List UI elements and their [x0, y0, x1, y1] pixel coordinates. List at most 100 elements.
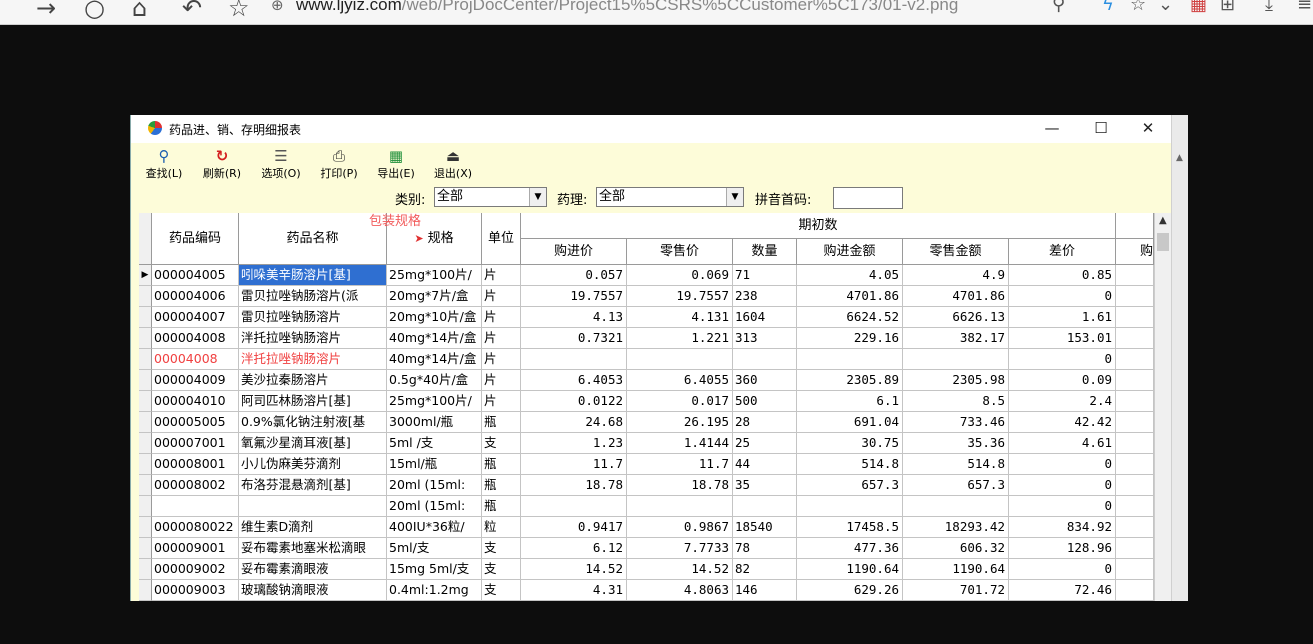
cell-spec[interactable]: 15mg 5ml/支	[387, 559, 482, 580]
cell-quantity[interactable]: 146	[733, 580, 797, 601]
cell-retail-price[interactable]: 0.069	[627, 265, 733, 286]
pharmacology-select[interactable]: 全部 ▼	[596, 187, 744, 207]
cell-next[interactable]	[1116, 538, 1154, 559]
cell-unit[interactable]: 片	[482, 349, 521, 370]
cell-unit[interactable]: 瓶	[482, 496, 521, 517]
cell-quantity[interactable]: 28	[733, 412, 797, 433]
lightning-icon[interactable]: ϟ	[1102, 0, 1114, 15]
col-header-purchase-amount[interactable]: 购进金额	[797, 239, 903, 265]
cell-spec[interactable]: 25mg*100片/	[387, 391, 482, 412]
cell-retail-price[interactable]: 0.017	[627, 391, 733, 412]
cell-name[interactable]: 泮托拉唑钠肠溶片	[239, 349, 387, 370]
cell-spec[interactable]: 5ml/支	[387, 538, 482, 559]
cell-retail-amount[interactable]: 514.8	[903, 454, 1009, 475]
cell-retail-amount[interactable]: 701.72	[903, 580, 1009, 601]
cell-price-diff[interactable]: 153.01	[1009, 328, 1116, 349]
cell-code[interactable]	[152, 496, 239, 517]
row-selector[interactable]	[139, 559, 152, 580]
cell-price-diff[interactable]: 128.96	[1009, 538, 1116, 559]
cell-code[interactable]: 000005005	[152, 412, 239, 433]
cell-retail-amount[interactable]: 4701.86	[903, 286, 1009, 307]
download-icon[interactable]: ⤓	[1265, 0, 1273, 15]
cell-price-diff[interactable]: 42.42	[1009, 412, 1116, 433]
cell-purchase-amount[interactable]: 629.26	[797, 580, 903, 601]
row-selector[interactable]	[139, 433, 152, 454]
row-selector[interactable]	[139, 538, 152, 559]
category-select[interactable]: 全部 ▼	[434, 187, 547, 207]
cell-name[interactable]: 妥布霉素滴眼液	[239, 559, 387, 580]
cell-retail-amount[interactable]: 733.46	[903, 412, 1009, 433]
options-button[interactable]: ☰ 选项(O)	[254, 147, 308, 183]
row-selector[interactable]	[139, 328, 152, 349]
cell-quantity[interactable]: 35	[733, 475, 797, 496]
cell-name[interactable]: 氧氟沙星滴耳液[基]	[239, 433, 387, 454]
cell-next[interactable]	[1116, 433, 1154, 454]
cell-price-diff[interactable]: 0	[1009, 286, 1116, 307]
col-header-quantity[interactable]: 数量	[733, 239, 797, 265]
cell-price-diff[interactable]: 0	[1009, 454, 1116, 475]
col-header-retail-price[interactable]: 零售价	[627, 239, 733, 265]
cell-next[interactable]	[1116, 286, 1154, 307]
cell-next[interactable]	[1116, 307, 1154, 328]
cell-code[interactable]: 00004008	[152, 349, 239, 370]
cell-purchase-amount[interactable]: 17458.5	[797, 517, 903, 538]
row-selector[interactable]	[139, 496, 152, 517]
cell-purchase-price[interactable]: 11.7	[521, 454, 627, 475]
row-selector[interactable]	[139, 286, 152, 307]
cell-purchase-amount[interactable]: 657.3	[797, 475, 903, 496]
cell-next[interactable]	[1116, 265, 1154, 286]
cell-next[interactable]	[1116, 580, 1154, 601]
undo-icon[interactable]: ↶	[182, 0, 202, 22]
cell-code[interactable]: 000004007	[152, 307, 239, 328]
cell-purchase-price[interactable]: 6.12	[521, 538, 627, 559]
cell-price-diff[interactable]: 0.85	[1009, 265, 1116, 286]
cell-retail-price[interactable]: 6.4055	[627, 370, 733, 391]
row-selector[interactable]	[139, 412, 152, 433]
cell-retail-amount[interactable]: 8.5	[903, 391, 1009, 412]
cell-name[interactable]: 妥布霉素地塞米松滴眼	[239, 538, 387, 559]
col-header-name[interactable]: 药品名称	[239, 213, 387, 265]
cell-purchase-amount[interactable]: 229.16	[797, 328, 903, 349]
cell-price-diff[interactable]: 0	[1009, 496, 1116, 517]
scroll-up-icon[interactable]: ▲	[1176, 153, 1183, 163]
home-icon[interactable]: ⌂	[132, 0, 147, 22]
cell-name[interactable]: 雷贝拉唑钠肠溶片(派	[239, 286, 387, 307]
cell-retail-price[interactable]: 1.4144	[627, 433, 733, 454]
chevron-down-icon[interactable]: ▼	[726, 188, 743, 206]
cell-name[interactable]: 玻璃酸钠滴眼液	[239, 580, 387, 601]
cell-next[interactable]	[1116, 496, 1154, 517]
cell-purchase-price[interactable]: 14.52	[521, 559, 627, 580]
cell-retail-amount[interactable]: 606.32	[903, 538, 1009, 559]
cell-quantity[interactable]: 360	[733, 370, 797, 391]
cell-next[interactable]	[1116, 454, 1154, 475]
cell-price-diff[interactable]: 4.61	[1009, 433, 1116, 454]
cell-purchase-price[interactable]: 6.4053	[521, 370, 627, 391]
cell-spec[interactable]: 0.4ml:1.2mg	[387, 580, 482, 601]
cell-spec[interactable]: 20ml (15ml:	[387, 475, 482, 496]
cell-next[interactable]	[1116, 328, 1154, 349]
row-selector[interactable]	[139, 580, 152, 601]
cell-next[interactable]	[1116, 370, 1154, 391]
scroll-thumb[interactable]	[1157, 233, 1169, 251]
cell-retail-amount[interactable]: 18293.42	[903, 517, 1009, 538]
cell-spec[interactable]: 3000ml/瓶	[387, 412, 482, 433]
cell-purchase-amount[interactable]: 4.05	[797, 265, 903, 286]
cell-quantity[interactable]: 78	[733, 538, 797, 559]
cell-retail-price[interactable]: 19.7557	[627, 286, 733, 307]
row-selector[interactable]	[139, 517, 152, 538]
cell-code[interactable]: 000004009	[152, 370, 239, 391]
cell-code[interactable]: 000004006	[152, 286, 239, 307]
cell-purchase-price[interactable]: 0.0122	[521, 391, 627, 412]
cell-spec[interactable]: 20mg*7片/盒	[387, 286, 482, 307]
cell-purchase-amount[interactable]	[797, 349, 903, 370]
cell-retail-amount[interactable]: 1190.64	[903, 559, 1009, 580]
cell-unit[interactable]: 支	[482, 433, 521, 454]
row-selector[interactable]	[139, 370, 152, 391]
cell-unit[interactable]: 片	[482, 307, 521, 328]
cell-retail-amount[interactable]	[903, 349, 1009, 370]
cell-name[interactable]: 雷贝拉唑钠肠溶片	[239, 307, 387, 328]
cell-next[interactable]	[1116, 391, 1154, 412]
col-header-next[interactable]: 购	[1116, 239, 1154, 265]
cell-spec[interactable]: 0.5g*40片/盒	[387, 370, 482, 391]
cell-code[interactable]: 000009002	[152, 559, 239, 580]
